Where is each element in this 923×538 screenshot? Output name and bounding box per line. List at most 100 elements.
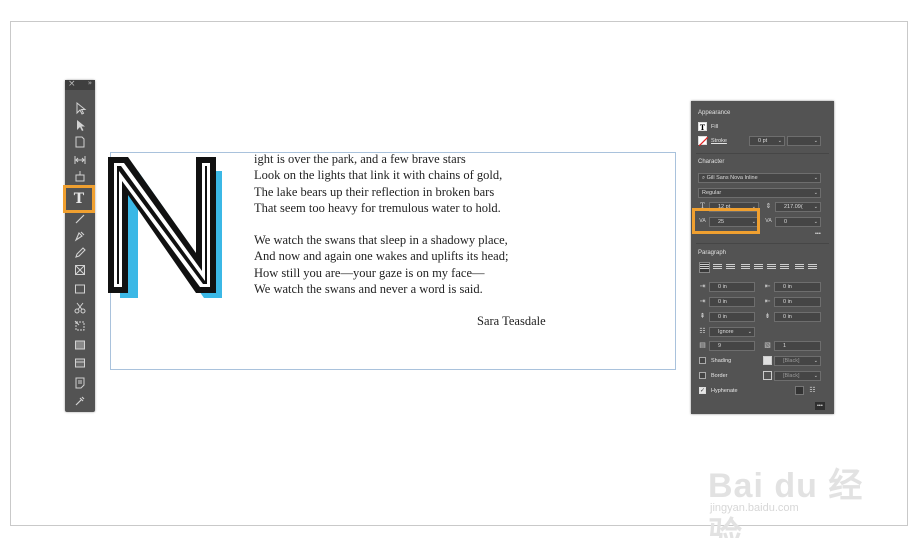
chevron-down-icon[interactable]: ⌄ bbox=[814, 357, 818, 365]
drop-cap-lines-value: 9 bbox=[718, 343, 722, 349]
stroke-weight-field[interactable]: 0 pt ⌄ bbox=[749, 136, 785, 146]
appearance-section-title: Appearance bbox=[698, 110, 731, 116]
poem-stanza-2: We watch the swans that sleep in a shado… bbox=[254, 232, 508, 297]
border-color-dropdown[interactable]: [Black] ⌄ bbox=[774, 371, 821, 381]
paragraph-section-title: Paragraph bbox=[698, 250, 727, 256]
align-left-button[interactable] bbox=[699, 262, 710, 273]
right-indent-field[interactable]: 0 in bbox=[774, 282, 821, 292]
space-after-field[interactable]: 0 in bbox=[774, 312, 821, 322]
collapse-icon[interactable]: » bbox=[88, 79, 92, 87]
line-tool-icon[interactable] bbox=[70, 211, 90, 227]
first-line-indent-icon: ⇥ bbox=[699, 297, 706, 305]
shading-color-dropdown[interactable]: [Black] ⌄ bbox=[774, 356, 821, 366]
rectangle-frame-tool-icon[interactable] bbox=[70, 262, 90, 278]
border-checkbox[interactable] bbox=[699, 372, 706, 379]
hyphenate-label: Hyphenate bbox=[711, 388, 738, 394]
free-transform-tool-icon[interactable] bbox=[70, 318, 90, 334]
page-tool-icon[interactable] bbox=[70, 134, 90, 150]
direct-selection-tool-icon[interactable] bbox=[70, 117, 90, 133]
chevron-down-icon[interactable]: ⌄ bbox=[748, 328, 752, 336]
section-divider bbox=[696, 243, 829, 244]
stroke-type-dropdown[interactable]: ⌄ bbox=[787, 136, 821, 146]
align-center-button[interactable] bbox=[713, 263, 722, 272]
section-divider bbox=[696, 153, 829, 154]
shading-checkbox[interactable] bbox=[699, 357, 706, 364]
pencil-tool-icon[interactable] bbox=[70, 245, 90, 261]
justify-center-button[interactable] bbox=[754, 263, 763, 272]
align-to-grid-dropdown[interactable]: Ignore ⌄ bbox=[709, 327, 755, 337]
chevron-down-icon[interactable]: ⌄ bbox=[814, 372, 818, 380]
baidu-logo: Bai du 经验 bbox=[708, 467, 864, 538]
space-before-field[interactable]: 0 in bbox=[709, 312, 755, 322]
stroke-swatch-icon[interactable] bbox=[698, 136, 708, 146]
paragraph-style-icon[interactable] bbox=[795, 386, 804, 395]
character-more-options-icon[interactable]: ••• bbox=[815, 231, 821, 237]
font-style-value: Regular bbox=[702, 190, 722, 196]
hyphenate-checkbox[interactable]: ✓ bbox=[699, 387, 706, 394]
rectangle-tool-icon[interactable] bbox=[70, 281, 90, 297]
fill-swatch-icon[interactable]: T bbox=[698, 122, 707, 132]
paragraph-grid-icon[interactable]: ☷ bbox=[808, 386, 817, 395]
leading-field[interactable]: 217.09( ⌄ bbox=[775, 202, 821, 212]
space-after-value: 0 in bbox=[783, 314, 792, 320]
border-label: Border bbox=[711, 373, 728, 379]
chevron-down-icon[interactable]: ⌄ bbox=[814, 137, 818, 145]
space-after-icon: ⇟ bbox=[764, 312, 771, 320]
chevron-down-icon[interactable]: ⌄ bbox=[778, 137, 782, 145]
drop-cap-lines-icon: ▤ bbox=[699, 341, 706, 349]
tools-panel: × » bbox=[65, 79, 95, 412]
selection-tool-icon[interactable] bbox=[70, 100, 90, 116]
chevron-down-icon[interactable]: ⌄ bbox=[814, 203, 818, 211]
chevron-down-icon[interactable]: ⌄ bbox=[814, 189, 818, 197]
poem-stanza-1: ight is over the park, and a few brave s… bbox=[254, 151, 502, 216]
scissors-tool-icon[interactable] bbox=[70, 300, 90, 316]
tools-panel-titlebar[interactable]: × » bbox=[65, 79, 95, 90]
justify-all-button[interactable] bbox=[780, 263, 789, 272]
watermark-url: jingyan.baidu.com bbox=[710, 502, 799, 514]
right-indent-icon: ⇤ bbox=[764, 282, 771, 290]
first-line-indent-field[interactable]: 0 in bbox=[709, 297, 755, 307]
stroke-weight-value: 0 pt bbox=[758, 138, 768, 144]
chevron-down-icon[interactable]: ⌄ bbox=[814, 174, 818, 182]
tracking-value: 0 bbox=[784, 219, 788, 225]
font-style-dropdown[interactable]: Regular ⌄ bbox=[698, 188, 821, 198]
baidu-watermark: Bai du 经验 jingyan.baidu.com bbox=[708, 458, 878, 538]
align-toward-spine-button[interactable] bbox=[795, 263, 804, 272]
align-right-button[interactable] bbox=[726, 263, 735, 272]
space-before-icon: ⇞ bbox=[699, 312, 706, 320]
gradient-swatch-tool-icon[interactable] bbox=[70, 337, 90, 353]
note-tool-icon[interactable] bbox=[70, 375, 90, 391]
chevron-down-icon[interactable]: ⌄ bbox=[814, 218, 818, 226]
gradient-feather-tool-icon[interactable] bbox=[70, 355, 90, 371]
shading-label: Shading bbox=[711, 358, 732, 364]
paragraph-more-options-icon[interactable]: ••• bbox=[815, 402, 825, 410]
pen-tool-icon[interactable] bbox=[70, 228, 90, 244]
poem-author: Sara Teasdale bbox=[477, 314, 546, 328]
font-family-dropdown[interactable]: ⌕ Gill Sans Nova Inline ⌄ bbox=[698, 173, 821, 183]
left-indent-field[interactable]: 0 in bbox=[709, 282, 755, 292]
justify-left-button[interactable] bbox=[741, 263, 750, 272]
leading-value: 217.09( bbox=[784, 204, 803, 210]
type-tool-highlight bbox=[63, 185, 95, 213]
first-line-indent-value: 0 in bbox=[718, 299, 727, 305]
space-before-value: 0 in bbox=[718, 314, 727, 320]
fill-label: Fill bbox=[711, 124, 719, 130]
drop-cap-chars-field[interactable]: 1 bbox=[774, 341, 821, 351]
drop-cap-chars-icon: ▧ bbox=[764, 341, 771, 349]
drop-cap-lines-field[interactable]: 9 bbox=[709, 341, 755, 351]
last-line-indent-field[interactable]: 0 in bbox=[774, 297, 821, 307]
poem-line: We watch the swans and never a word is s… bbox=[254, 281, 483, 296]
close-icon[interactable]: × bbox=[68, 79, 76, 89]
tracking-field[interactable]: 0 ⌄ bbox=[775, 217, 821, 227]
stroke-label[interactable]: Stroke bbox=[711, 138, 727, 144]
poem-line: We watch the swans that sleep in a shado… bbox=[254, 233, 508, 247]
shading-swatch-icon[interactable] bbox=[763, 356, 772, 365]
content-collector-icon[interactable] bbox=[70, 169, 90, 185]
border-swatch-icon[interactable] bbox=[763, 371, 772, 380]
eyedropper-tool-icon[interactable] bbox=[70, 393, 90, 409]
align-away-from-spine-button[interactable] bbox=[808, 263, 817, 272]
gap-tool-icon[interactable] bbox=[70, 152, 90, 168]
justify-right-button[interactable] bbox=[767, 263, 776, 272]
properties-panel: Appearance T Fill Stroke 0 pt ⌄ ⌄ Charact… bbox=[691, 101, 834, 414]
border-color-value: [Black] bbox=[783, 373, 800, 379]
